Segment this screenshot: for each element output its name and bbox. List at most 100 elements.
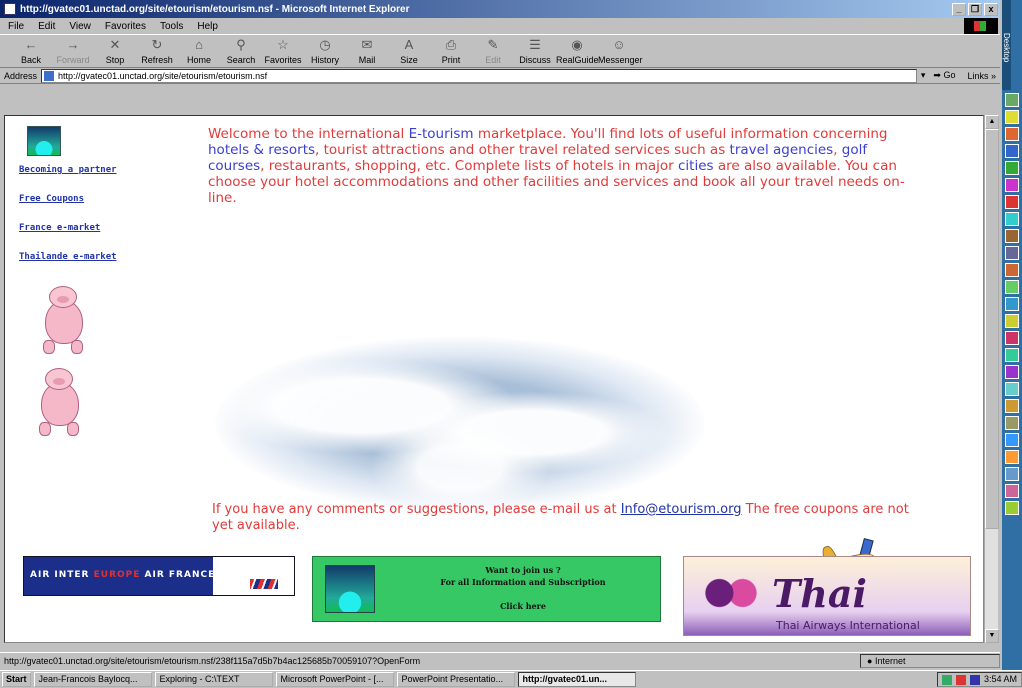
office-shortcut-icon[interactable] xyxy=(1005,161,1019,175)
airfrance-banner[interactable]: AIR INTER EUROPE AIR FRANCE xyxy=(23,556,295,596)
link-free-coupons[interactable]: Free Coupons xyxy=(19,194,117,204)
history-icon: ◷ xyxy=(319,37,331,52)
office-shortcut-icon[interactable] xyxy=(1005,144,1019,158)
address-bar: Address http://gvatec01.unctad.org/site/… xyxy=(0,68,1000,84)
taskbar-item[interactable]: Jean-Francois Baylocq... xyxy=(33,672,152,687)
highlighted-term[interactable]: travel agencies xyxy=(730,142,834,158)
edit-button[interactable]: ✎ Edit xyxy=(472,37,514,67)
office-shortcut-icon[interactable] xyxy=(1005,297,1019,311)
pig-mascot-image xyxy=(35,286,91,358)
menu-view[interactable]: View xyxy=(69,21,91,32)
menu-tools[interactable]: Tools xyxy=(160,21,183,32)
stop-button[interactable]: ✕ Stop xyxy=(94,37,136,67)
toolbar-label: History xyxy=(310,55,339,65)
office-shortcut-icon[interactable] xyxy=(1005,110,1019,124)
print-button[interactable]: ⎙ Print xyxy=(430,37,472,67)
office-shortcut-icon[interactable] xyxy=(1005,348,1019,362)
pig-mascot-image xyxy=(31,368,87,440)
office-shortcut-icon[interactable] xyxy=(1005,195,1019,209)
office-shortcut-icon[interactable] xyxy=(1005,467,1019,481)
favorites-icon: ☆ xyxy=(277,37,289,52)
scroll-thumb[interactable] xyxy=(985,129,999,529)
taskbar-item[interactable]: PowerPoint Presentatio... xyxy=(396,672,515,687)
highlighted-term[interactable]: hotels & resorts xyxy=(208,142,315,158)
office-shortcut-icon[interactable] xyxy=(1005,382,1019,396)
office-shortcut-icon[interactable] xyxy=(1005,484,1019,498)
close-button[interactable]: x xyxy=(984,2,998,16)
forward-button[interactable]: → Forward xyxy=(52,37,94,67)
history-button[interactable]: ◷ History xyxy=(304,37,346,67)
mail-icon: ✉ xyxy=(361,37,373,52)
office-shortcut-icon[interactable] xyxy=(1005,212,1019,226)
address-input[interactable]: http://gvatec01.unctad.org/site/etourism… xyxy=(41,68,917,83)
thai-airways-banner[interactable]: Thai Thai Airways International xyxy=(683,556,971,636)
office-shortcut-icon[interactable] xyxy=(1005,399,1019,413)
vertical-scrollbar[interactable]: ▲ ▼ xyxy=(984,115,999,643)
office-shortcut-icon[interactable] xyxy=(1005,416,1019,430)
menu-edit[interactable]: Edit xyxy=(38,21,55,32)
size-button[interactable]: A Size xyxy=(388,37,430,67)
title-bar[interactable]: http://gvatec01.unctad.org/site/etourism… xyxy=(0,0,1000,18)
office-shortcut-icon[interactable] xyxy=(1005,178,1019,192)
office-shortcut-icon[interactable] xyxy=(1005,127,1019,141)
welcome-segment: , xyxy=(833,142,842,158)
taskbar: Start Jean-Francois Baylocq... Exploring … xyxy=(0,670,1022,688)
toolbar-label: RealGuide xyxy=(556,55,599,65)
realguide-button[interactable]: ◉ RealGuide xyxy=(556,37,599,67)
menu-favorites[interactable]: Favorites xyxy=(105,21,146,32)
favorites-button[interactable]: ☆ Favorites xyxy=(262,37,304,67)
link-france-emarket[interactable]: France e-market xyxy=(19,223,117,233)
office-shortcut-icon[interactable] xyxy=(1005,450,1019,464)
refresh-button[interactable]: ↻ Refresh xyxy=(136,37,178,67)
office-shortcut-icon[interactable] xyxy=(1005,93,1019,107)
join-click-here[interactable]: Click here xyxy=(393,601,653,611)
realguide-icon: ◉ xyxy=(571,37,583,52)
scroll-up-icon[interactable]: ▲ xyxy=(985,115,999,129)
taskbar-item[interactable]: Exploring - C:\TEXT xyxy=(154,672,273,687)
address-label: Address xyxy=(4,70,38,81)
mail-button[interactable]: ✉ Mail xyxy=(346,37,388,67)
office-shortcut-icon[interactable] xyxy=(1005,501,1019,515)
go-button[interactable]: ➡ Go xyxy=(929,70,959,81)
office-shortcut-icon[interactable] xyxy=(1005,314,1019,328)
back-button[interactable]: ← Back xyxy=(10,37,52,67)
office-shortcut-icon[interactable] xyxy=(1005,246,1019,260)
print-icon: ⎙ xyxy=(445,37,457,52)
maximize-button[interactable]: ❐ xyxy=(968,2,982,16)
discuss-icon: ☰ xyxy=(529,37,541,52)
dropdown-arrow-icon[interactable]: ▾ xyxy=(921,70,926,81)
menu-help[interactable]: Help xyxy=(197,21,218,32)
scroll-down-icon[interactable]: ▼ xyxy=(985,629,999,643)
messenger-button[interactable]: ☺ Messenger xyxy=(598,37,643,67)
join-us-banner[interactable]: Want to join us ? For all Information an… xyxy=(312,556,661,622)
office-shortcut-icon[interactable] xyxy=(1005,280,1019,294)
highlighted-term[interactable]: E-tourism xyxy=(409,126,474,142)
taskbar-item[interactable]: Microsoft PowerPoint - [... xyxy=(275,672,394,687)
email-link[interactable]: Info@etourism.org xyxy=(621,502,742,517)
office-shortcut-icon[interactable] xyxy=(1005,331,1019,345)
office-shortcut-icon[interactable] xyxy=(1005,433,1019,447)
taskbar-item[interactable]: http://gvatec01.un... xyxy=(517,672,636,687)
discuss-button[interactable]: ☰ Discuss xyxy=(514,37,556,67)
toolbar-label: Favorites xyxy=(264,55,302,65)
links-button[interactable]: Links » xyxy=(963,71,1000,81)
zone-label: Internet xyxy=(874,655,906,666)
link-thailande-emarket[interactable]: Thailande e-market xyxy=(19,252,117,262)
office-shortcut-icon[interactable] xyxy=(1005,229,1019,243)
link-becoming-partner[interactable]: Becoming a partner xyxy=(19,165,117,175)
site-logo[interactable] xyxy=(27,126,61,156)
tray-app-icon[interactable] xyxy=(969,674,980,685)
highlighted-term[interactable]: cities xyxy=(678,158,714,174)
go-arrow-icon: ➡ xyxy=(933,70,941,80)
search-button[interactable]: ⚲ Search xyxy=(220,37,262,67)
join-thumbnail-image xyxy=(325,565,375,613)
home-button[interactable]: ⌂ Home xyxy=(178,37,220,67)
tray-app-icon[interactable] xyxy=(955,674,966,685)
office-shortcut-icon[interactable] xyxy=(1005,365,1019,379)
tray-app-icon[interactable] xyxy=(941,674,952,685)
refresh-icon: ↻ xyxy=(151,37,163,52)
start-button[interactable]: Start xyxy=(2,672,31,687)
minimize-button[interactable]: _ xyxy=(952,2,966,16)
office-shortcut-icon[interactable] xyxy=(1005,263,1019,277)
menu-file[interactable]: File xyxy=(8,21,24,32)
